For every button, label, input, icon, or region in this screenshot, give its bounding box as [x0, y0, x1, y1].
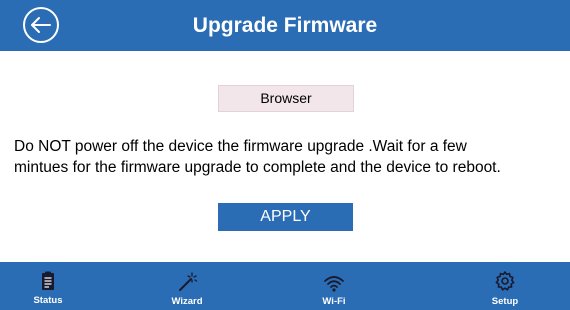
warning-line-2: mintues for the firmware upgrade to comp… [14, 159, 501, 176]
nav-item-setup[interactable]: Setup [465, 262, 545, 310]
header-bar: Upgrade Firmware [0, 0, 570, 51]
bottom-nav: Status Wizard Wi-Fi Setup [0, 262, 570, 310]
browser-button[interactable]: Browser [218, 85, 354, 112]
warning-line-1: Do NOT power off the device the firmware… [14, 138, 467, 155]
nav-label-status: Status [33, 295, 63, 306]
clipboard-icon [42, 271, 54, 290]
nav-item-status[interactable]: Status [8, 262, 88, 310]
page-title: Upgrade Firmware [192, 14, 378, 37]
apply-button[interactable]: APPLY [218, 203, 353, 231]
nav-item-wifi[interactable]: Wi-Fi [294, 262, 374, 310]
nav-label-wifi: Wi-Fi [322, 296, 346, 307]
nav-label-setup: Setup [491, 296, 519, 307]
upgrade-warning-message: Do NOT power off the device the firmware… [14, 136, 566, 178]
back-arrow-icon [23, 7, 59, 43]
wifi-icon [324, 276, 344, 292]
nav-item-wizard[interactable]: Wizard [147, 262, 227, 310]
nav-label-wizard: Wizard [171, 296, 203, 307]
back-button[interactable] [22, 6, 60, 44]
gear-icon [495, 271, 515, 291]
magic-wand-icon [179, 272, 198, 291]
